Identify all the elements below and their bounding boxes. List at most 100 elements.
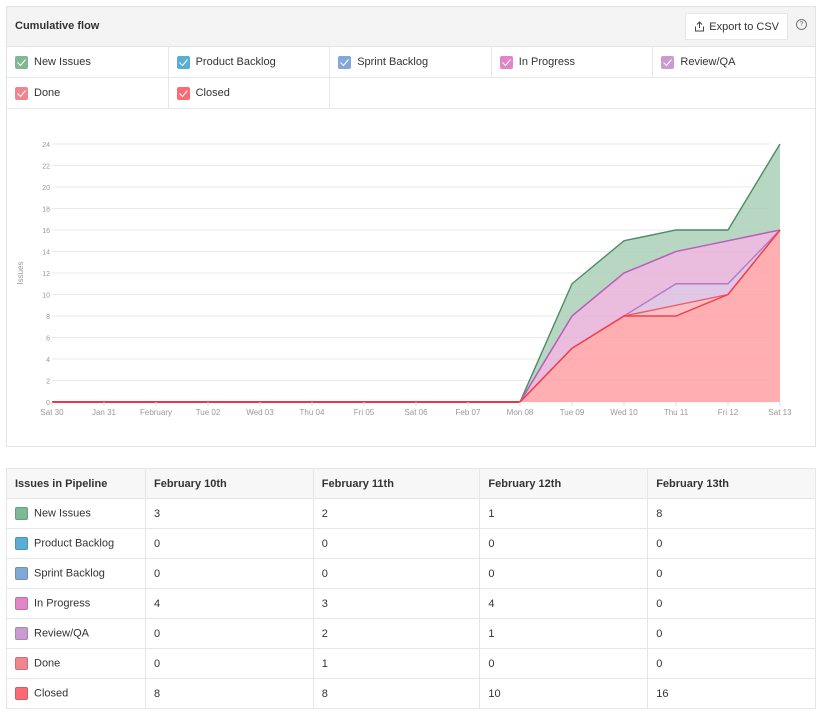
legend-label: Product Backlog — [195, 56, 276, 68]
checkbox-icon[interactable] — [176, 55, 190, 69]
legend-item-product-backlog[interactable]: Product Backlog — [168, 47, 331, 78]
value-cell: 2 — [312, 498, 481, 529]
upload-share-icon — [695, 21, 705, 32]
y-tick-label: 6 — [46, 336, 50, 343]
pipeline-cell: Done — [6, 648, 146, 679]
export-csv-button[interactable]: Export to CSV — [685, 13, 788, 40]
legend-label: Closed — [195, 87, 230, 99]
x-tick-label: Tue 02 — [196, 408, 221, 417]
value-cell: 0 — [145, 558, 314, 589]
value-cell: 0 — [145, 618, 314, 649]
x-tick-label: Sat 06 — [404, 408, 428, 417]
panel-title: Cumulative flow — [15, 20, 100, 32]
column-header-pipeline: Issues in Pipeline — [6, 468, 146, 499]
legend-item-review-qa[interactable]: Review/QA — [653, 47, 815, 78]
color-swatch-icon — [15, 627, 28, 640]
y-tick-label: 14 — [42, 250, 50, 257]
x-tick-label: Wed 10 — [610, 408, 638, 417]
color-swatch-icon — [15, 687, 28, 700]
pipeline-label: New Issues — [34, 507, 91, 520]
value-cell: 0 — [647, 648, 816, 679]
value-cell: 8 — [145, 678, 314, 709]
legend-item-sprint-backlog[interactable]: Sprint Backlog — [330, 47, 492, 78]
table-row: Done 0 1 0 0 — [6, 648, 816, 679]
checkbox-icon[interactable] — [15, 55, 28, 69]
legend-label: Done — [34, 87, 61, 99]
column-header-date: February 12th — [479, 468, 649, 499]
pipeline-cell: Review/QA — [6, 618, 146, 649]
value-cell: 0 — [479, 648, 649, 679]
pipeline-label: Product Backlog — [34, 537, 115, 550]
y-tick-label: 22 — [42, 164, 50, 171]
y-tick-label: 20 — [42, 185, 50, 192]
pipeline-label: Closed — [34, 687, 69, 700]
pipeline-label: Review/QA — [34, 627, 90, 640]
value-cell: 4 — [145, 588, 314, 619]
question-circle-icon[interactable]: ? — [796, 19, 807, 30]
color-swatch-icon — [15, 507, 28, 520]
pipeline-table-wrap: Issues in Pipeline February 10th February … — [6, 468, 816, 709]
legend-item-done[interactable]: Done — [7, 78, 169, 109]
cumulative-flow-panel: Cumulative flow Export to CSV ? New Issu… — [6, 6, 816, 447]
legend-empty-cell — [330, 78, 815, 109]
checkbox-icon[interactable] — [338, 55, 352, 69]
value-cell: 0 — [479, 528, 649, 559]
column-header-date: February 10th — [145, 468, 314, 499]
export-csv-label: Export to CSV — [709, 20, 779, 33]
pipeline-cell: In Progress — [6, 588, 146, 619]
table-row: Review/QA 0 2 1 0 — [6, 618, 816, 649]
chart-area: 0 2 4 6 8 10 12 14 16 18 20 22 24 Issues Sat 30 Jan 31 F… — [7, 109, 815, 447]
value-cell: 0 — [647, 528, 816, 559]
legend-label: Review/QA — [680, 56, 736, 68]
legend: New Issues Product Backlog Sprint Backlog I… — [7, 47, 815, 109]
value-cell: 8 — [312, 678, 481, 709]
checkbox-icon[interactable] — [661, 55, 675, 69]
pipeline-table: Issues in Pipeline February 10th February … — [6, 468, 816, 709]
x-tick-label: Fri 05 — [354, 408, 375, 417]
pipeline-cell: Closed — [6, 678, 146, 709]
y-tick-label: 18 — [42, 207, 50, 214]
value-cell: 0 — [479, 558, 649, 589]
table-header-row: Issues in Pipeline February 10th February … — [6, 468, 816, 499]
checkbox-icon[interactable] — [499, 55, 513, 69]
y-tick-label: 10 — [42, 293, 50, 300]
color-swatch-icon — [15, 567, 28, 580]
y-tick-label: 16 — [42, 228, 50, 235]
legend-label: New Issues — [34, 56, 91, 68]
value-cell: 0 — [647, 618, 816, 649]
legend-item-in-progress[interactable]: In Progress — [491, 47, 654, 78]
value-cell: 10 — [479, 678, 649, 709]
pipeline-label: In Progress — [34, 597, 91, 610]
table-row: New Issues 3 2 1 8 — [6, 498, 816, 529]
value-cell: 1 — [479, 498, 649, 529]
y-tick-label: 0 — [46, 400, 50, 407]
y-axis-label: Issues — [16, 261, 25, 284]
y-tick-label: 12 — [42, 271, 50, 278]
y-tick-label: 24 — [42, 142, 50, 149]
table-row: In Progress 4 3 4 0 — [6, 588, 816, 619]
pipeline-label: Sprint Backlog — [34, 567, 105, 580]
value-cell: 8 — [647, 498, 816, 529]
value-cell: 0 — [647, 558, 816, 589]
x-tick-label: Jan 31 — [92, 408, 117, 417]
color-swatch-icon — [15, 597, 28, 610]
table-row: Closed 8 8 10 16 — [6, 678, 816, 709]
checkbox-icon[interactable] — [15, 86, 28, 100]
legend-item-new-issues[interactable]: New Issues — [7, 47, 169, 78]
pipeline-cell: New Issues — [6, 498, 146, 529]
pipeline-cell: Sprint Backlog — [6, 558, 146, 589]
checkbox-icon[interactable] — [176, 86, 190, 100]
y-tick-label: 8 — [46, 314, 50, 321]
value-cell: 0 — [647, 588, 816, 619]
x-tick-label: Sat 30 — [40, 408, 64, 417]
value-cell: 3 — [145, 498, 314, 529]
value-cell: 0 — [145, 528, 314, 559]
x-tick-label: Fri 12 — [718, 408, 739, 417]
table-row: Product Backlog 0 0 0 0 — [6, 528, 816, 559]
x-tick-label: Thu 11 — [664, 408, 689, 417]
cumulative-flow-chart: 024681012141618202224IssuesSat 30 Jan 31 F… — [16, 142, 792, 417]
legend-item-closed[interactable]: Closed — [168, 78, 331, 109]
y-tick-label: 2 — [46, 379, 50, 386]
pipeline-label: Done — [34, 657, 61, 670]
legend-label: In Progress — [518, 56, 576, 68]
